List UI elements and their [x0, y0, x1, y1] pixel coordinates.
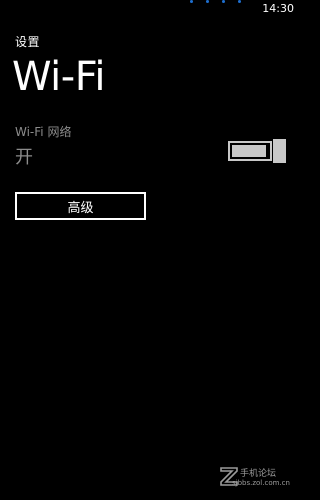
app-title: 设置 [15, 35, 41, 49]
toggle-thumb[interactable] [273, 139, 286, 163]
toggle-track [228, 141, 272, 161]
watermark-title: 手机论坛 [240, 469, 277, 479]
advanced-button-label: 高级 [67, 200, 94, 216]
watermark-url: sjbbs.zol.com.cn [232, 479, 290, 487]
wifi-network-label: Wi-Fi 网络 [15, 125, 72, 139]
toggle-fill [232, 145, 266, 157]
signal-strength-icon [190, 0, 250, 6]
page-title: Wi-Fi [12, 54, 105, 100]
status-time: 14:30 [262, 2, 294, 15]
wifi-toggle-switch[interactable] [228, 139, 286, 163]
status-bar: 14:30 [0, 0, 300, 20]
wifi-state-text: 开 [15, 147, 33, 168]
advanced-button[interactable]: 高级 [15, 192, 146, 220]
watermark: 手机论坛 sjbbs.zol.com.cn [218, 463, 298, 495]
